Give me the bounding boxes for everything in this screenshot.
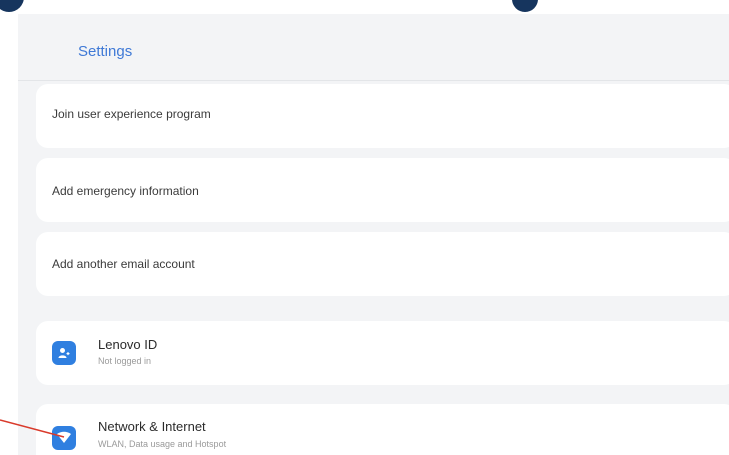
network-internet-subtitle: WLAN, Data usage and Hotspot bbox=[98, 439, 227, 449]
join-experience-program-label: Join user experience program bbox=[52, 107, 211, 121]
add-emergency-info-item[interactable]: Add emergency information bbox=[36, 158, 729, 222]
lenovo-id-item[interactable]: Lenovo ID Not logged in bbox=[36, 321, 729, 385]
page-title: Settings bbox=[78, 43, 133, 60]
device-frame-top bbox=[0, 0, 729, 12]
network-internet-title: Network & Internet bbox=[98, 419, 206, 434]
annotation-pointer-line bbox=[0, 419, 65, 438]
network-internet-item[interactable]: Network & Internet WLAN, Data usage and … bbox=[36, 404, 729, 455]
join-experience-program-item[interactable]: Join user experience program bbox=[36, 84, 729, 148]
lenovo-id-subtitle: Not logged in bbox=[98, 356, 152, 366]
person-icon bbox=[52, 341, 76, 365]
settings-header: Settings bbox=[18, 14, 729, 81]
settings-screen: Settings Join user experience program Ad… bbox=[18, 14, 729, 455]
screenshot-page: Settings Join user experience program Ad… bbox=[0, 0, 729, 455]
add-email-account-label: Add another email account bbox=[52, 257, 195, 271]
add-emergency-info-label: Add emergency information bbox=[52, 184, 199, 198]
lenovo-id-title: Lenovo ID bbox=[98, 337, 158, 352]
add-email-account-item[interactable]: Add another email account bbox=[36, 232, 729, 296]
